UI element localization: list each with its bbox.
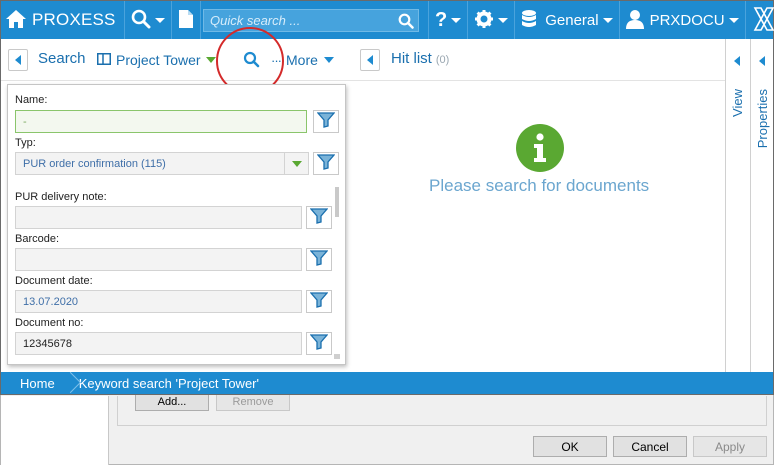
field-label-barcode: Barcode: [15,233,60,245]
help-button[interactable]: ? [429,1,467,39]
chevron-down-icon [451,17,462,23]
collapse-hitlist-button[interactable] [360,49,380,71]
remove-button[interactable]: Remove [216,393,290,411]
user-label: PRXDOCU [649,11,725,29]
background-panel: Add... Remove [117,393,767,426]
top-bar: PROXESS ? [1,1,774,39]
filter-button-type[interactable] [313,152,339,175]
delivery-note-field[interactable] [15,206,302,229]
filter-icon [316,154,336,173]
chevron-left-icon [759,56,765,66]
new-document-button[interactable] [172,1,200,39]
ok-button[interactable]: OK [533,436,607,457]
database-menu[interactable]: General [515,1,618,39]
type-select[interactable]: PUR order confirmation (115) [15,152,285,175]
filter-icon [309,292,329,311]
empty-hitlist-message: Please search for documents [429,176,650,195]
field-label-delivery-note: PUR delivery note: [15,191,107,203]
filter-icon [316,112,336,131]
x-logo-icon [753,6,774,35]
quick-search-icon[interactable] [394,10,418,31]
quick-search [203,9,419,32]
scrollbar-end [334,354,340,359]
breadcrumb-separator-icon [65,372,75,394]
search-menu-button[interactable] [125,1,171,39]
gear-icon [474,9,494,32]
cancel-button[interactable]: Cancel [613,436,687,457]
chevron-down-icon [602,17,613,23]
help-icon: ? [435,8,448,31]
database-icon [521,9,537,32]
form-scrollbar[interactable] [333,187,341,359]
barcode-field[interactable] [15,248,302,271]
hit-count: (0) [435,54,450,66]
home-icon [5,9,27,32]
field-label-document-no: Document no: [15,317,84,329]
filter-icon [309,208,329,227]
filter-button-barcode[interactable] [306,248,332,271]
document-no-field[interactable]: 12345678 [15,332,302,355]
apply-button[interactable]: Apply [693,436,767,457]
add-button[interactable]: Add... [135,393,209,411]
proxess-logo-button[interactable] [746,1,774,39]
filter-icon [309,250,329,269]
collapse-search-button[interactable] [8,49,28,71]
search-icon [131,9,151,32]
brand[interactable]: PROXESS [1,1,116,39]
type-select-dropdown[interactable] [285,152,309,175]
chevron-left-icon [734,56,740,66]
background-left-pane [1,396,109,465]
field-label-name: Name: [15,94,48,106]
chevron-down-icon [728,17,739,23]
chevron-down-icon [205,57,216,63]
field-label-document-date: Document date: [15,275,93,287]
field-label-type: Typ: [15,137,36,149]
breadcrumb-home[interactable]: Home [1,376,65,391]
name-field[interactable]: - [15,110,307,133]
breadcrumb: Home Keyword search 'Project Tower' [1,372,773,394]
document-icon [178,9,194,32]
filter-button-delivery-note[interactable] [306,206,332,229]
search-toolbar: Search Project Tower ··· More Hit list (… [1,39,725,81]
settings-button[interactable] [468,1,514,39]
filter-button-document-date[interactable] [306,290,332,313]
scrollbar-thumb[interactable] [335,187,339,217]
quick-search-input[interactable] [204,13,394,28]
view-panel-toggle[interactable]: View [725,39,750,372]
chevron-left-icon [15,55,21,65]
search-form-panel: Name: - Typ: PUR order confirmation (115… [7,84,346,365]
chevron-left-icon [367,55,373,65]
properties-label: Properties [755,89,770,149]
info-icon [516,124,564,172]
app-name: PROXESS [32,10,116,29]
chevron-down-icon [154,17,165,23]
context-label: General [545,11,599,29]
user-menu[interactable]: PRXDOCU [620,1,745,39]
filter-button-name[interactable] [313,110,339,133]
app-window: PROXESS ? [0,0,774,395]
properties-panel-toggle[interactable]: Properties [750,39,773,372]
project-selector[interactable]: Project Tower [97,52,216,68]
filter-icon [309,334,329,353]
breadcrumb-current: Keyword search 'Project Tower' [78,375,259,391]
filter-button-document-no[interactable] [306,332,332,355]
view-label: View [730,89,745,117]
project-label: Project Tower [116,52,201,68]
hitlist-header: Hit list (0) [391,50,449,67]
chevron-down-icon [323,57,334,63]
chevron-down-icon [291,160,302,167]
hitlist-label: Hit list [391,50,432,67]
user-icon [625,9,644,32]
document-date-field[interactable]: 13.07.2020 [15,290,302,313]
chevron-down-icon [498,17,509,23]
search-label: Search [38,50,86,67]
more-label: More [286,52,318,68]
form-icon [97,52,111,68]
